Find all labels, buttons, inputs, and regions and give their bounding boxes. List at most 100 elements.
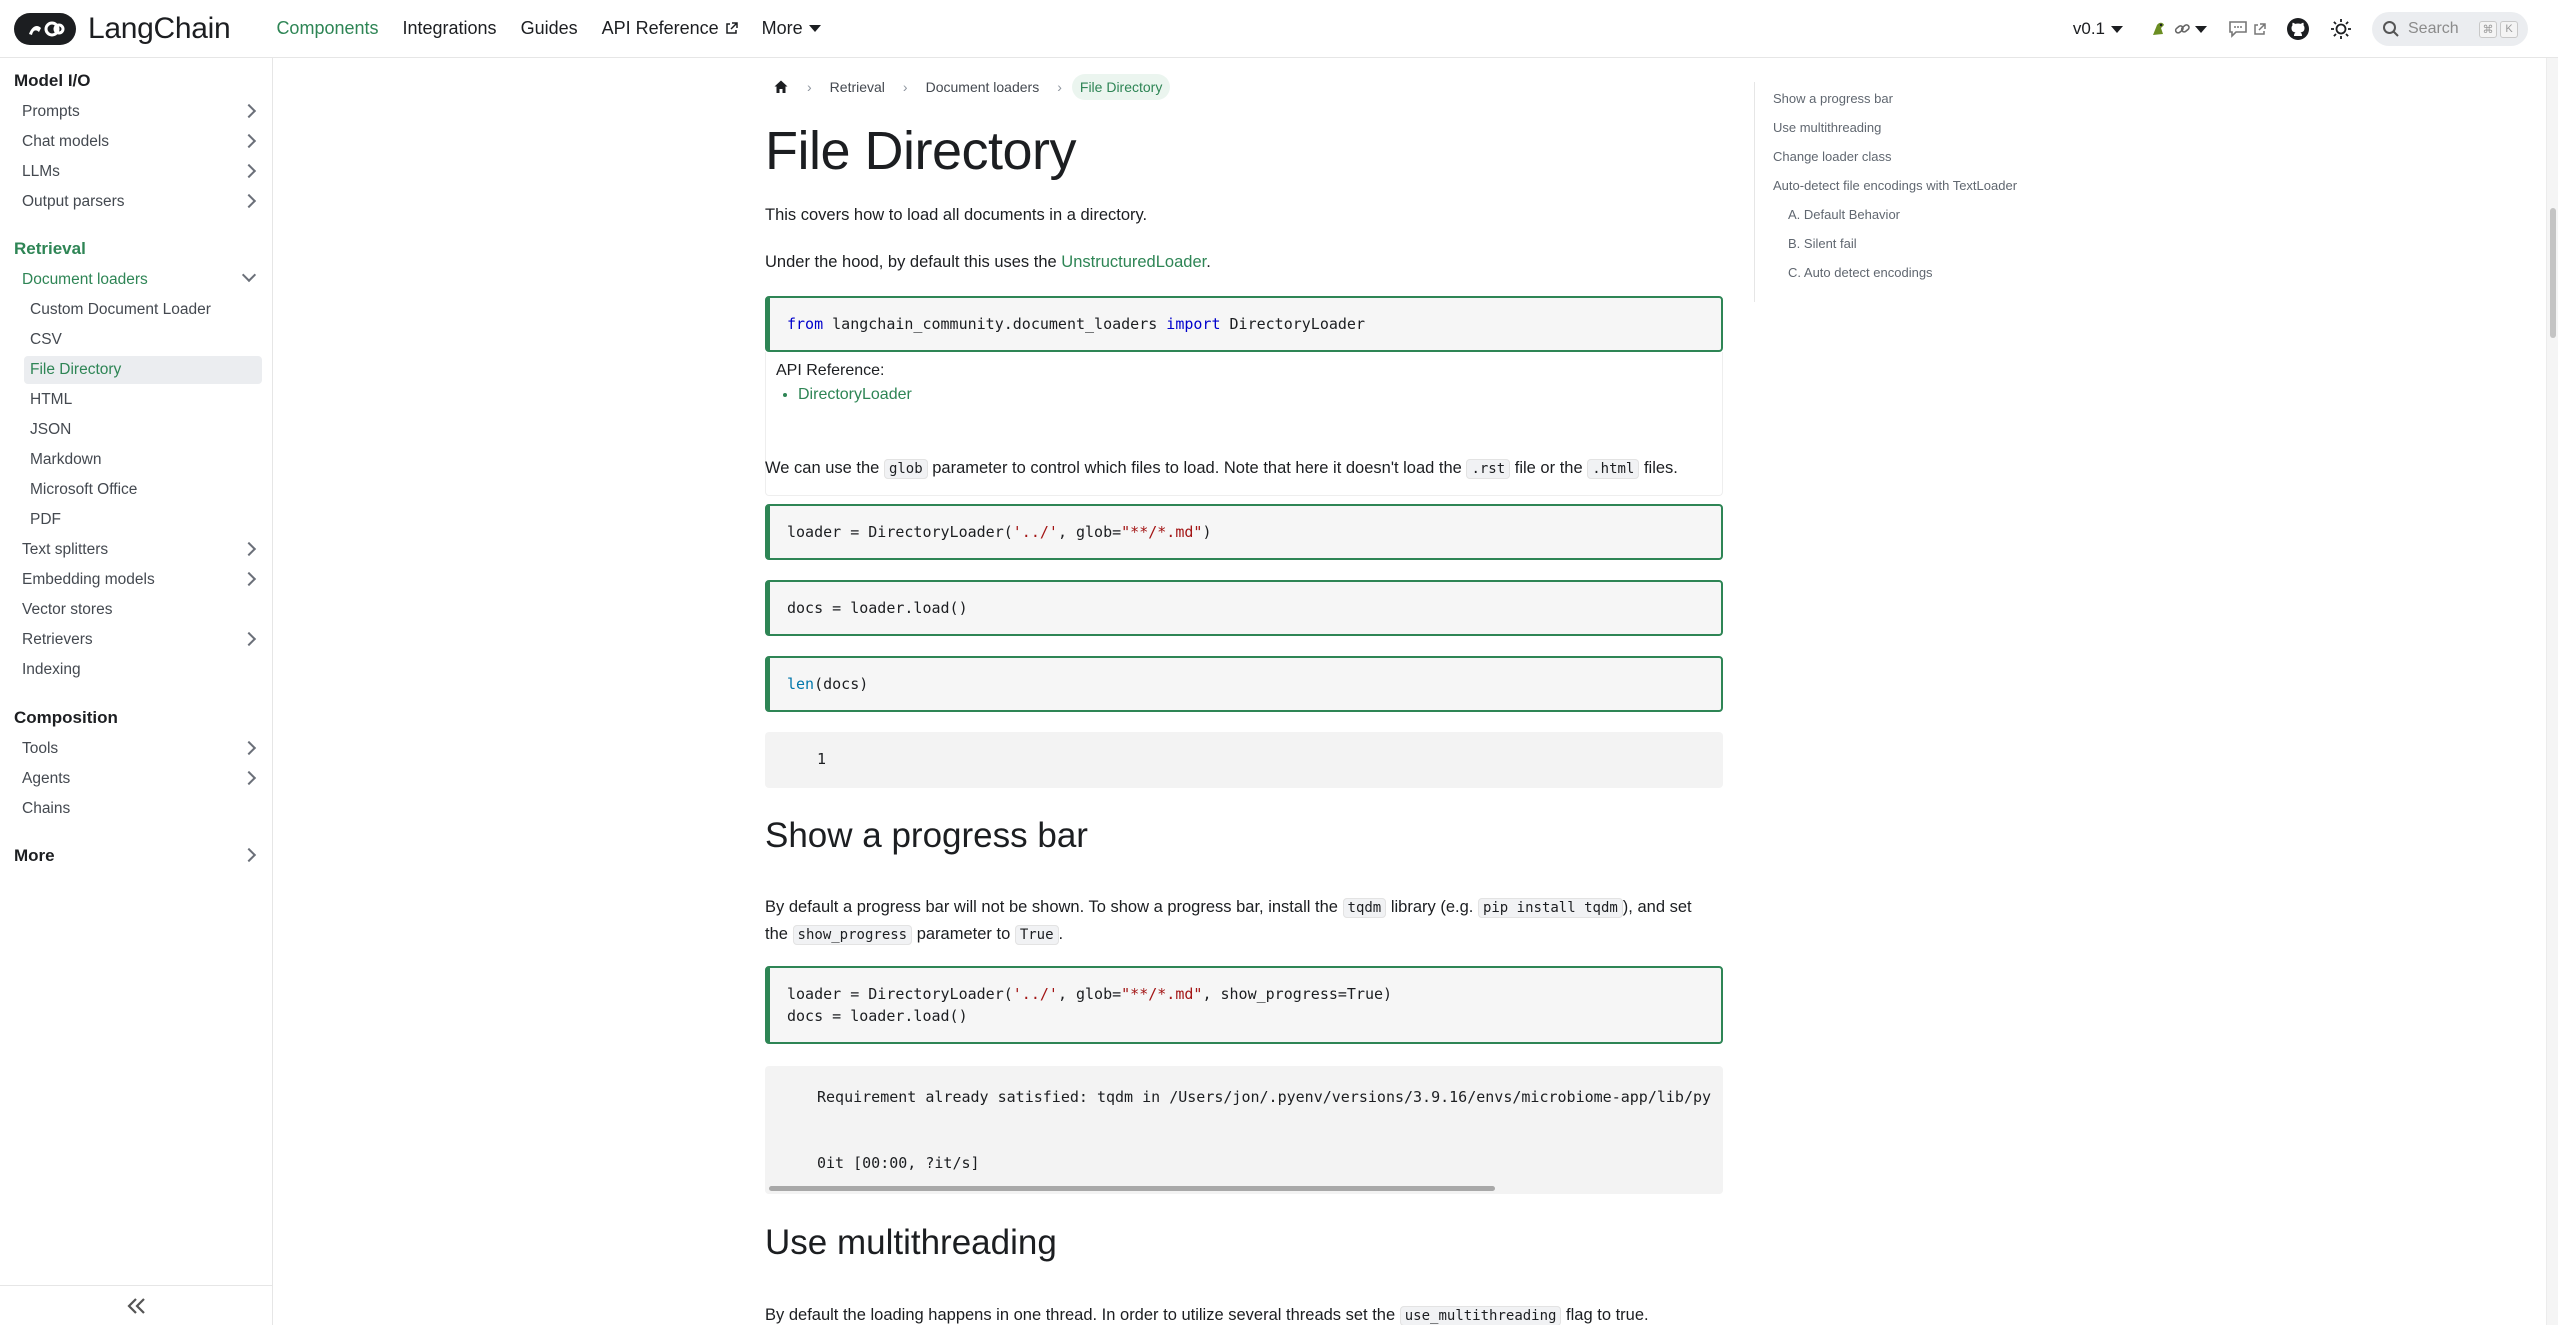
- page-vertical-scrollbar[interactable]: [2546, 58, 2558, 1325]
- glob-text-d: files.: [1639, 459, 1678, 477]
- sidebar-section-more[interactable]: More: [4, 842, 262, 870]
- scrollbar-thumb[interactable]: [2550, 208, 2556, 338]
- github-icon: [2287, 18, 2309, 40]
- toc-subitem-default-behavior[interactable]: A. Default Behavior: [1788, 207, 1900, 222]
- chevron-right-icon[interactable]: [241, 847, 257, 863]
- inline-code: glob: [883, 459, 928, 479]
- breadcrumb-separator-icon: ›: [1057, 79, 1062, 95]
- unstructured-loader-link[interactable]: UnstructuredLoader: [1061, 253, 1206, 271]
- sidebar-item-retrievers[interactable]: Retrievers: [14, 626, 262, 654]
- inline-code: pip install tqdm: [1477, 898, 1623, 918]
- code-block-progress[interactable]: loader = DirectoryLoader('../', glob="**…: [765, 966, 1723, 1044]
- nav-guides[interactable]: Guides: [521, 18, 578, 39]
- sidebar-item-label: Chat models: [22, 133, 110, 150]
- sidebar-item-document-loaders[interactable]: Document loaders: [14, 266, 262, 294]
- output-text: 1: [817, 750, 827, 768]
- inline-code: show_progress: [792, 925, 913, 945]
- code-block-loader[interactable]: loader = DirectoryLoader('../', glob="**…: [765, 504, 1723, 560]
- output-block-progress[interactable]: Requirement already satisfied: tqdm in /…: [765, 1066, 1723, 1194]
- breadcrumb-separator-icon: ›: [902, 79, 908, 95]
- code-block-load[interactable]: docs = loader.load(): [765, 580, 1723, 636]
- sidebar-item-vector-stores[interactable]: Vector stores: [14, 596, 262, 624]
- toc-item-show-progress-bar[interactable]: Show a progress bar: [1773, 91, 1893, 106]
- sidebar-item-indexing[interactable]: Indexing: [14, 656, 262, 684]
- chevron-right-icon[interactable]: [241, 103, 257, 119]
- sidebar-item-tools[interactable]: Tools: [14, 735, 262, 763]
- sidebar-item-file-directory[interactable]: File Directory: [24, 356, 262, 384]
- breadcrumb-document-loaders[interactable]: Document loaders: [918, 74, 1048, 100]
- chevron-right-icon[interactable]: [241, 193, 257, 209]
- nav-more-dropdown[interactable]: More: [762, 18, 821, 39]
- multithreading-paragraph: By default the loading happens in one th…: [765, 1302, 1723, 1325]
- sidebar-item-chat-models[interactable]: Chat models: [14, 128, 262, 156]
- sidebar-item-text-splitters[interactable]: Text splitters: [14, 536, 262, 564]
- code-string: "**/*.md": [1121, 523, 1203, 541]
- sidebar-section-retrieval[interactable]: Retrieval: [14, 239, 86, 259]
- sidebar-item-microsoft-office[interactable]: Microsoft Office: [24, 476, 262, 504]
- code-block-len[interactable]: len(docs): [765, 656, 1723, 712]
- sidebar-item-custom-document-loader[interactable]: Custom Document Loader: [24, 296, 262, 324]
- sidebar-item-json[interactable]: JSON: [24, 416, 262, 444]
- chevron-right-icon[interactable]: [241, 163, 257, 179]
- sidebar-item-agents[interactable]: Agents: [14, 765, 262, 793]
- inline-code: .html: [1587, 459, 1640, 479]
- intro-paragraph: This covers how to load all documents in…: [765, 206, 1148, 224]
- sidebar-item-label: Embedding models: [22, 571, 155, 588]
- brand-logo-link[interactable]: LangChain: [14, 12, 231, 46]
- toc-item-auto-detect-encodings[interactable]: Auto-detect file encodings with TextLoad…: [1773, 178, 2017, 193]
- chevron-right-icon[interactable]: [241, 631, 257, 647]
- breadcrumb-home[interactable]: [765, 72, 797, 102]
- sidebar-item-label: Output parsers: [22, 193, 125, 210]
- output-horizontal-scrollbar[interactable]: [765, 1184, 1723, 1194]
- version-dropdown[interactable]: v0.1: [2073, 19, 2123, 39]
- inline-code: use_multithreading: [1399, 1306, 1562, 1325]
- toc-item-change-loader-class[interactable]: Change loader class: [1773, 149, 1892, 164]
- toc-item-use-multithreading[interactable]: Use multithreading: [1773, 120, 1881, 135]
- code-keyword: from: [787, 315, 824, 333]
- github-link[interactable]: [2286, 17, 2310, 41]
- code-text: docs = loader.load(): [787, 599, 968, 617]
- sidebar-item-markdown[interactable]: Markdown: [24, 446, 262, 474]
- sidebar-item-llms[interactable]: LLMs: [14, 158, 262, 186]
- toc-subitem-silent-fail[interactable]: B. Silent fail: [1788, 236, 1857, 251]
- search-button[interactable]: Search ⌘ K: [2372, 12, 2528, 46]
- theme-toggle[interactable]: [2330, 18, 2352, 40]
- progress-text-e: parameter to: [912, 925, 1015, 943]
- sidebar-item-pdf[interactable]: PDF: [24, 506, 262, 534]
- nav-integrations[interactable]: Integrations: [403, 18, 497, 39]
- output-text: 0it [00:00, ?it/s]: [817, 1154, 980, 1172]
- chevron-right-icon[interactable]: [241, 571, 257, 587]
- top-navbar: LangChain Components Integrations Guides…: [0, 0, 2558, 58]
- sidebar-item-html[interactable]: HTML: [24, 386, 262, 414]
- chevron-right-icon[interactable]: [241, 133, 257, 149]
- chevron-down-icon[interactable]: [241, 267, 257, 283]
- sidebar-section-model-io[interactable]: Model I/O: [14, 71, 91, 91]
- nav-api-reference[interactable]: API Reference: [602, 18, 738, 39]
- api-reference-link-directoryloader[interactable]: DirectoryLoader: [798, 386, 1712, 404]
- code-text: (docs): [814, 675, 869, 693]
- chat-link[interactable]: [2227, 19, 2266, 39]
- progress-text-b: library (e.g.: [1386, 898, 1478, 916]
- sidebar-item-csv[interactable]: CSV: [24, 326, 262, 354]
- collapse-sidebar-button[interactable]: [0, 1285, 273, 1325]
- sidebar-item-label: LLMs: [22, 163, 60, 180]
- chevron-right-icon[interactable]: [241, 541, 257, 557]
- code-builtin: len: [787, 675, 815, 693]
- breadcrumb-retrieval[interactable]: Retrieval: [822, 74, 893, 100]
- inline-code: .rst: [1466, 459, 1511, 479]
- sidebar-item-embedding-models[interactable]: Embedding models: [14, 566, 262, 594]
- toc-subitem-auto-detect[interactable]: C. Auto detect encodings: [1788, 265, 1933, 280]
- chevron-right-icon[interactable]: [241, 740, 257, 756]
- nav-components[interactable]: Components: [276, 18, 378, 39]
- sidebar-section-composition[interactable]: Composition: [14, 708, 118, 728]
- sidebar-item-output-parsers[interactable]: Output parsers: [14, 188, 262, 216]
- sidebar-item-prompts[interactable]: Prompts: [14, 98, 262, 126]
- sidebar-section-more-label: More: [14, 846, 55, 865]
- code-block-import[interactable]: from langchain_community.document_loader…: [765, 296, 1723, 352]
- code-text: docs = loader.load(): [787, 1007, 968, 1025]
- ecosystem-dropdown[interactable]: [2149, 19, 2207, 39]
- chevron-right-icon[interactable]: [241, 770, 257, 786]
- sidebar-item-chains[interactable]: Chains: [14, 795, 262, 823]
- code-name: DirectoryLoader: [1220, 315, 1365, 333]
- scrollbar-thumb[interactable]: [769, 1186, 1495, 1191]
